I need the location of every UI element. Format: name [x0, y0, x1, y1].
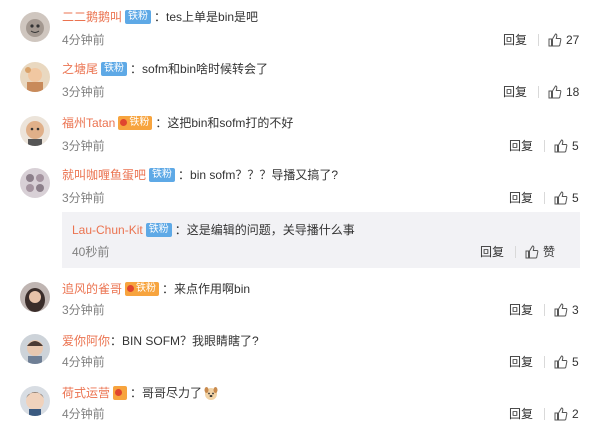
- reply-button[interactable]: 回复: [509, 354, 533, 370]
- divider: [544, 192, 545, 204]
- comment-text: 来点作用啊bin: [174, 282, 251, 296]
- fan-badge[interactable]: 铁粉: [145, 223, 172, 237]
- sub-reply: Lau-Chun-Kit 铁粉 ：这是编辑的问题，关导播什么事 40秒前 回复 赞: [62, 212, 580, 268]
- divider: [544, 356, 545, 368]
- reply-button[interactable]: 回复: [503, 32, 527, 48]
- thumb-up-icon[interactable]: [548, 85, 562, 99]
- comment-time: 3分钟前: [62, 303, 105, 317]
- subreply-username[interactable]: Lau-Chun-Kit: [72, 223, 143, 237]
- subreply-text: 这是编辑的问题，关导播什么事: [186, 223, 355, 237]
- avatar[interactable]: [20, 12, 50, 42]
- colon: ：: [130, 62, 143, 76]
- colon: ：: [174, 223, 187, 237]
- divider: [538, 34, 539, 46]
- fan-badge[interactable]: 铁粉: [125, 10, 152, 24]
- comment-time: 3分钟前: [62, 191, 105, 205]
- divider: [544, 304, 545, 316]
- divider: [538, 86, 539, 98]
- thumb-up-icon[interactable]: [554, 139, 568, 153]
- divider: [544, 408, 545, 420]
- avatar[interactable]: [20, 62, 50, 92]
- thumb-up-icon[interactable]: [525, 245, 539, 259]
- thumb-up-icon[interactable]: [554, 191, 568, 205]
- like-count: 5: [572, 191, 579, 205]
- comment-time: 3分钟前: [62, 139, 105, 153]
- reply-button[interactable]: 回复: [480, 244, 504, 260]
- divider: [544, 140, 545, 152]
- like-label[interactable]: 赞: [543, 244, 555, 260]
- comment-username[interactable]: 就叫咖喱鱼蛋吧: [62, 168, 146, 182]
- colon: ：: [155, 116, 168, 130]
- reply-button[interactable]: 回复: [509, 190, 533, 206]
- colon: ：: [178, 168, 191, 182]
- like-count: 5: [572, 355, 579, 369]
- comment-text: 这把bin和sofm打的不好: [167, 116, 294, 130]
- comment-time: 4分钟前: [62, 355, 105, 369]
- thumb-up-icon[interactable]: [554, 355, 568, 369]
- comment-text: sofm和bin啥时候转会了: [142, 62, 269, 76]
- vip-fan-badge[interactable]: 铁粉: [125, 282, 160, 296]
- avatar[interactable]: [20, 334, 50, 364]
- fan-badge[interactable]: 铁粉: [101, 62, 128, 76]
- colon: ：: [154, 10, 167, 24]
- reply-button[interactable]: 回复: [509, 138, 533, 154]
- colon: ：: [110, 334, 123, 348]
- vip-fan-badge[interactable]: 铁粉: [118, 116, 153, 130]
- avatar[interactable]: [20, 282, 50, 312]
- subreply-time: 40秒前: [72, 245, 110, 259]
- comment-time: 3分钟前: [62, 85, 105, 99]
- colon: ：: [162, 282, 175, 296]
- comment-username[interactable]: 追风的雀哥: [62, 282, 122, 296]
- avatar[interactable]: [20, 168, 50, 198]
- thumb-up-icon[interactable]: [554, 303, 568, 317]
- dog-face-emoji: [204, 387, 218, 400]
- reply-button[interactable]: 回复: [509, 302, 533, 318]
- comment-text: BIN SOFM？我眼睛瞎了?: [122, 334, 259, 348]
- comment-text: 哥哥尽力了: [142, 386, 203, 400]
- comment-text: tes上单是bin是吧: [166, 10, 259, 24]
- like-count: 5: [572, 139, 579, 153]
- like-count: 3: [572, 303, 579, 317]
- comment-username[interactable]: 福州Tatan: [62, 116, 115, 130]
- avatar[interactable]: [20, 116, 50, 146]
- like-count: 18: [566, 85, 580, 99]
- like-count: 27: [566, 33, 580, 47]
- comment-time: 4分钟前: [62, 33, 105, 47]
- divider: [515, 246, 516, 258]
- comment-username[interactable]: 荷式运营: [62, 386, 110, 400]
- thumb-up-icon[interactable]: [554, 407, 568, 421]
- reply-button[interactable]: 回复: [509, 406, 533, 422]
- fan-badge[interactable]: 铁粉: [149, 168, 176, 182]
- comment-username[interactable]: 之塘尾: [62, 62, 98, 76]
- avatar[interactable]: [20, 386, 50, 416]
- comment-username[interactable]: 二二鹅鹅叫: [62, 10, 122, 24]
- comment-text: bin sofm？？？导播又搞了?: [190, 168, 339, 182]
- reply-button[interactable]: 回复: [503, 84, 527, 100]
- vip-icon[interactable]: [113, 386, 128, 400]
- comment-username[interactable]: 爱你阿你: [62, 334, 110, 348]
- like-count: 2: [572, 407, 579, 421]
- thumb-up-icon[interactable]: [548, 33, 562, 47]
- colon: ：: [130, 386, 143, 400]
- comment-time: 4分钟前: [62, 407, 105, 421]
